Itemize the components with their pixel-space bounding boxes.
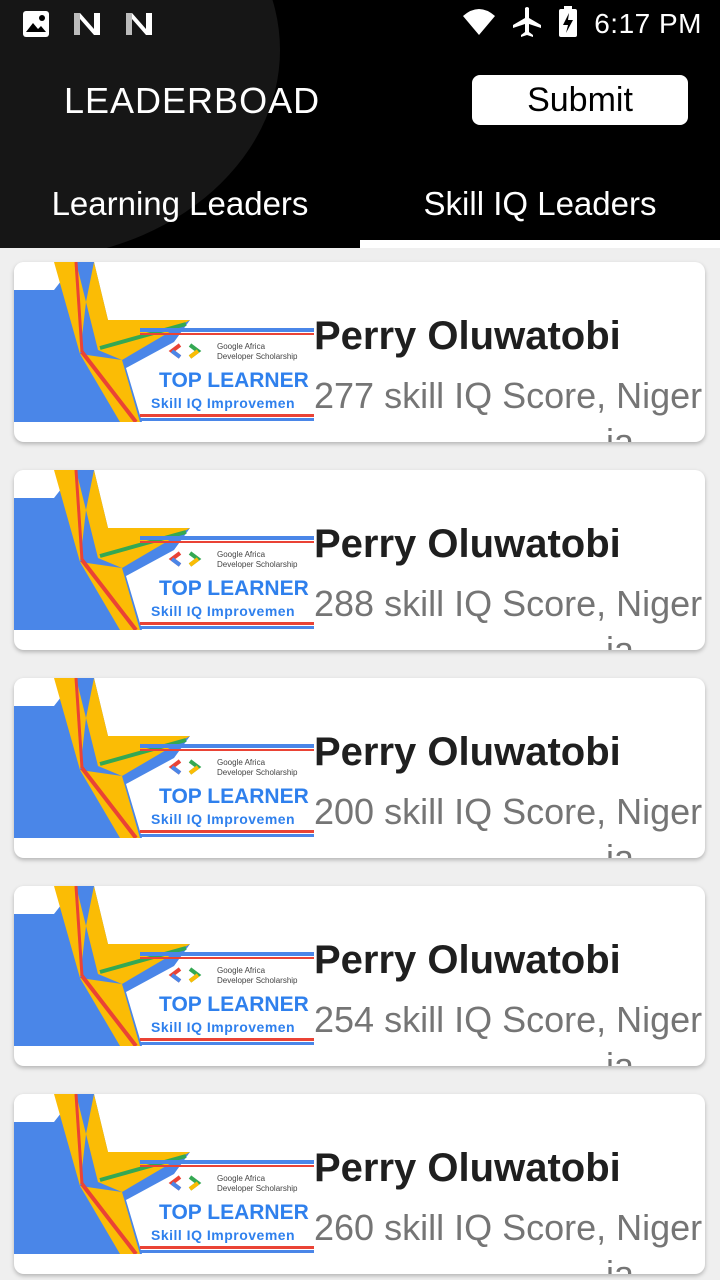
top-learner-badge: Google Africa Developer Scholarship TOP …: [14, 1094, 314, 1254]
leader-card[interactable]: Google Africa Developer Scholarship TOP …: [14, 886, 705, 1066]
leader-card[interactable]: Google Africa Developer Scholarship TOP …: [14, 678, 705, 858]
leader-score-overflow: ia: [606, 1253, 635, 1275]
badge-line2: Developer Scholarship: [217, 560, 298, 569]
badge-headline: TOP LEARNER: [159, 1201, 309, 1224]
badge-headline: TOP LEARNER: [159, 785, 309, 808]
leader-score: 277 skill IQ Score, Niger: [314, 375, 703, 416]
badge-headline: TOP LEARNER: [159, 369, 309, 392]
image-icon: [22, 10, 50, 43]
tab-indicator: [360, 240, 720, 248]
tab-bar: Learning Leaders Skill IQ Leaders: [0, 160, 720, 248]
leader-score-overflow: ia: [606, 837, 635, 859]
leader-score: 260 skill IQ Score, Niger: [314, 1207, 703, 1248]
wifi-icon: [462, 8, 496, 41]
badge-headline: TOP LEARNER: [159, 993, 309, 1016]
badge-line1: Google Africa: [217, 758, 266, 767]
leader-score: 200 skill IQ Score, Niger: [314, 791, 703, 832]
leader-name: Perry Oluwatobi: [314, 730, 621, 774]
badge-subline: Skill IQ Improvemen: [151, 1227, 295, 1243]
tab-skill-iq-leaders[interactable]: Skill IQ Leaders: [360, 160, 720, 248]
n-notification-icon: [72, 11, 102, 42]
badge-line2: Developer Scholarship: [217, 1184, 298, 1193]
badge-line1: Google Africa: [217, 1174, 266, 1183]
leader-score-overflow: ia: [606, 1045, 635, 1067]
top-learner-badge: Google Africa Developer Scholarship TOP …: [14, 886, 314, 1046]
leader-score: 254 skill IQ Score, Niger: [314, 999, 703, 1040]
clock: 6:17 PM: [594, 8, 702, 39]
leader-name: Perry Oluwatobi: [314, 1146, 621, 1190]
airplane-icon: [512, 6, 542, 43]
leader-score-overflow: ia: [606, 421, 635, 443]
leader-card[interactable]: Google Africa Developer Scholarship TOP …: [14, 262, 705, 442]
n-notification-icon: [124, 11, 154, 42]
badge-subline: Skill IQ Improvemen: [151, 395, 295, 411]
badge-headline: TOP LEARNER: [159, 577, 309, 600]
submit-button[interactable]: Submit: [472, 75, 688, 125]
leader-name: Perry Oluwatobi: [314, 522, 621, 566]
badge-subline: Skill IQ Improvemen: [151, 811, 295, 827]
badge-line2: Developer Scholarship: [217, 768, 298, 777]
leader-card[interactable]: Google Africa Developer Scholarship TOP …: [14, 1094, 705, 1274]
badge-line2: Developer Scholarship: [217, 352, 298, 361]
tab-learning-leaders[interactable]: Learning Leaders: [0, 160, 360, 248]
badge-line1: Google Africa: [217, 550, 266, 559]
badge-line1: Google Africa: [217, 342, 266, 351]
badge-line2: Developer Scholarship: [217, 976, 298, 985]
app-title: LEADERBOAD: [64, 80, 321, 121]
leader-card[interactable]: Google Africa Developer Scholarship TOP …: [14, 470, 705, 650]
app-bar: 6:17 PM LEADERBOAD Submit Learning Leade…: [0, 0, 720, 248]
top-learner-badge: Google Africa Developer Scholarship TOP …: [14, 678, 314, 838]
badge-subline: Skill IQ Improvemen: [151, 1019, 295, 1035]
leader-name: Perry Oluwatobi: [314, 314, 621, 358]
status-bar: 6:17 PM: [0, 0, 720, 48]
leader-score-overflow: ia: [606, 629, 635, 651]
top-learner-badge: Google Africa Developer Scholarship TOP …: [14, 470, 314, 630]
badge-subline: Skill IQ Improvemen: [151, 603, 295, 619]
leader-score: 288 skill IQ Score, Niger: [314, 583, 703, 624]
battery-charging-icon: [558, 5, 578, 43]
top-learner-badge: Google Africa Developer Scholarship TOP …: [14, 262, 314, 422]
badge-line1: Google Africa: [217, 966, 266, 975]
leader-name: Perry Oluwatobi: [314, 938, 621, 982]
